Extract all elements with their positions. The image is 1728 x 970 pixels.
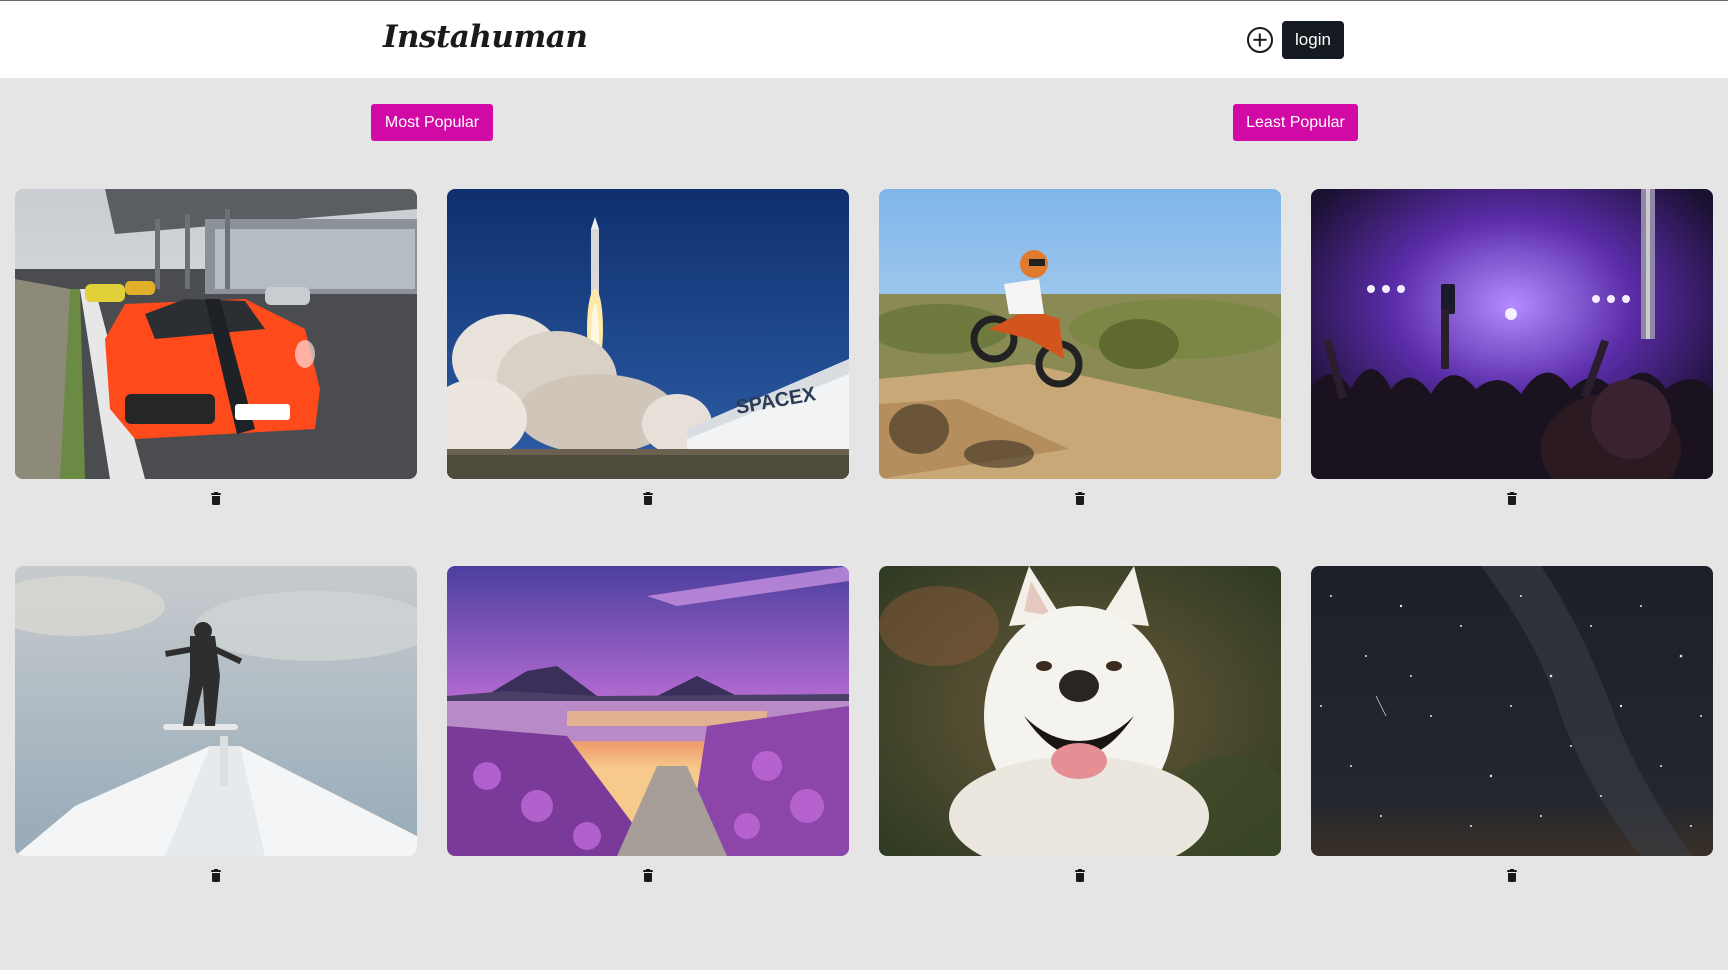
add-post-icon[interactable] bbox=[1247, 27, 1273, 53]
photo-card-car bbox=[15, 189, 417, 505]
photo-night-sky[interactable] bbox=[1311, 566, 1713, 856]
photo-lake-sunset[interactable] bbox=[447, 566, 849, 856]
rocket-image: SPACEX bbox=[447, 189, 849, 479]
photo-card-husky bbox=[879, 566, 1281, 882]
photo-snowboard[interactable] bbox=[15, 566, 417, 856]
photo-card-motocross bbox=[879, 189, 1281, 505]
brand-logo[interactable]: Instahuman bbox=[383, 19, 588, 55]
trash-icon[interactable] bbox=[1075, 492, 1085, 505]
least-popular-button[interactable]: Least Popular bbox=[1233, 104, 1358, 141]
trash-icon[interactable] bbox=[1075, 869, 1085, 882]
snowboard-image bbox=[15, 566, 417, 856]
trash-icon[interactable] bbox=[1507, 492, 1517, 505]
photo-concert[interactable] bbox=[1311, 189, 1713, 479]
trash-icon[interactable] bbox=[643, 492, 653, 505]
photo-card-rocket: SPACEX bbox=[447, 189, 849, 505]
photo-card-concert bbox=[1311, 189, 1713, 505]
trash-icon[interactable] bbox=[211, 492, 221, 505]
photo-rocket[interactable]: SPACEX bbox=[447, 189, 849, 479]
most-popular-button[interactable]: Most Popular bbox=[371, 104, 493, 141]
motocross-image bbox=[879, 189, 1281, 479]
login-button[interactable]: login bbox=[1282, 21, 1344, 59]
husky-image bbox=[879, 566, 1281, 856]
car-image bbox=[15, 189, 417, 479]
photo-card-lake bbox=[447, 566, 849, 882]
photo-card-night-sky bbox=[1311, 566, 1713, 882]
trash-icon[interactable] bbox=[1507, 869, 1517, 882]
photo-car[interactable] bbox=[15, 189, 417, 479]
photo-card-snowboard bbox=[15, 566, 417, 882]
photo-husky[interactable] bbox=[879, 566, 1281, 856]
night-sky-image bbox=[1311, 566, 1713, 856]
trash-icon[interactable] bbox=[643, 869, 653, 882]
trash-icon[interactable] bbox=[211, 869, 221, 882]
lake-sunset-image bbox=[447, 566, 849, 856]
navbar: Instahuman login bbox=[0, 1, 1728, 78]
photo-motocross[interactable] bbox=[879, 189, 1281, 479]
concert-image bbox=[1311, 189, 1713, 479]
